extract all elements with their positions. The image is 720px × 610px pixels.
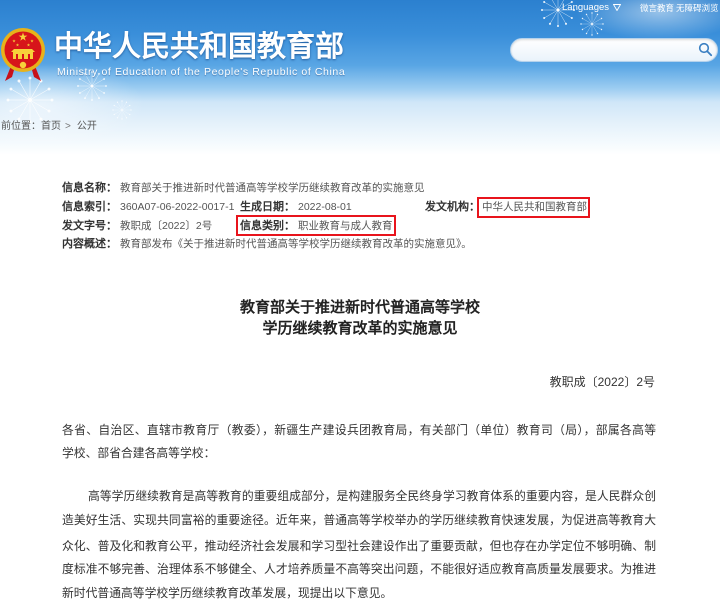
- search-box: [510, 38, 718, 62]
- breadcrumb-prefix: 当前位置：: [0, 121, 41, 132]
- page: 中华人民共和国教育部 Ministry of Education of the …: [0, 0, 720, 610]
- article-title-line-2: 学历继续教育改革的实施意见: [262, 320, 458, 337]
- breadcrumb-current[interactable]: 公开: [77, 121, 97, 133]
- search-button[interactable]: [698, 42, 713, 57]
- paragraph-2-line-5: 新时代普通高等学校学历继续教育改革发展，现提出以下意见。: [62, 586, 393, 600]
- category-highlight-box: [236, 215, 396, 236]
- paragraph-2-line-4: 度标准不够完善、治理体系不够健全、人才培养质量不高等突出问题，不能很好适应教育高…: [62, 562, 656, 576]
- chevron-down-icon: [613, 4, 621, 11]
- agency-highlight-box: [477, 197, 590, 218]
- paragraph-1-line-2: 学校、部省合建各高等学校：: [62, 446, 216, 460]
- info-agency-label: 发文机构：: [425, 201, 480, 213]
- article-title-line-1: 教育部关于推进新时代普通高等学校: [239, 299, 480, 316]
- info-index-value: 360A07-06-2022-0017-1: [120, 201, 235, 213]
- paragraph-2-line-3: 众化、普及化和教育公平，推动经济社会发展和学习型社会建设作出了重要贡献，但也存在…: [62, 539, 656, 553]
- languages-label: Languages: [562, 2, 610, 13]
- site-header: 中华人民共和国教育部 Ministry of Education of the …: [0, 0, 720, 155]
- weiyan-link[interactable]: 微言教育: [640, 1, 674, 15]
- search-input[interactable]: [521, 41, 695, 61]
- paragraph-2-line-2: 造美好生活、实现共同富裕的重要途径。近年来，普通高等学校举办的学历继续教育快速发…: [62, 513, 656, 527]
- info-name-value: 教育部关于推进新时代普通高等学校学历继续教育改革的实施意见: [120, 182, 425, 194]
- info-index-label: 信息索引：: [62, 201, 117, 213]
- languages-menu[interactable]: Languages: [562, 1, 621, 15]
- search-icon: [698, 42, 713, 57]
- breadcrumb-separator: >: [65, 121, 71, 132]
- info-date-label: 生成日期：: [240, 201, 295, 213]
- info-summary-value: 教育部发布《关于推进新时代普通高等学校学历继续教育改革的实施意见》。: [120, 238, 472, 250]
- info-name-label: 信息名称：: [62, 182, 117, 194]
- site-title: 中华人民共和国教育部: [54, 31, 345, 63]
- breadcrumb-home[interactable]: 首页: [41, 121, 61, 133]
- info-date-value: 2022-08-01: [298, 201, 352, 213]
- national-emblem-icon: [1, 28, 45, 81]
- paragraph-2-line-1: 高等学历继续教育是高等教育的重要组成部分，是构建服务全民终身学习教育体系的重要内…: [88, 489, 656, 503]
- info-docno-value: 教职成〔2022〕2号: [120, 220, 213, 232]
- info-summary-label: 内容概述：: [62, 238, 117, 250]
- accessibility-link[interactable]: 无障碍浏览: [676, 1, 719, 15]
- info-docno-label: 发文字号：: [62, 220, 117, 232]
- breadcrumb: 当前位置：首页 > 公开: [0, 121, 97, 133]
- document-number: 教职成〔2022〕2号: [549, 375, 655, 389]
- site-subtitle: Ministry of Education of the People's Re…: [57, 66, 346, 78]
- home-logo-link[interactable]: 中华人民共和国教育部 Ministry of Education of the …: [0, 24, 350, 84]
- paragraph-1-line-1: 各省、自治区、直辖市教育厅（教委），新疆生产建设兵团教育局，有关部门（单位）教育…: [62, 423, 656, 437]
